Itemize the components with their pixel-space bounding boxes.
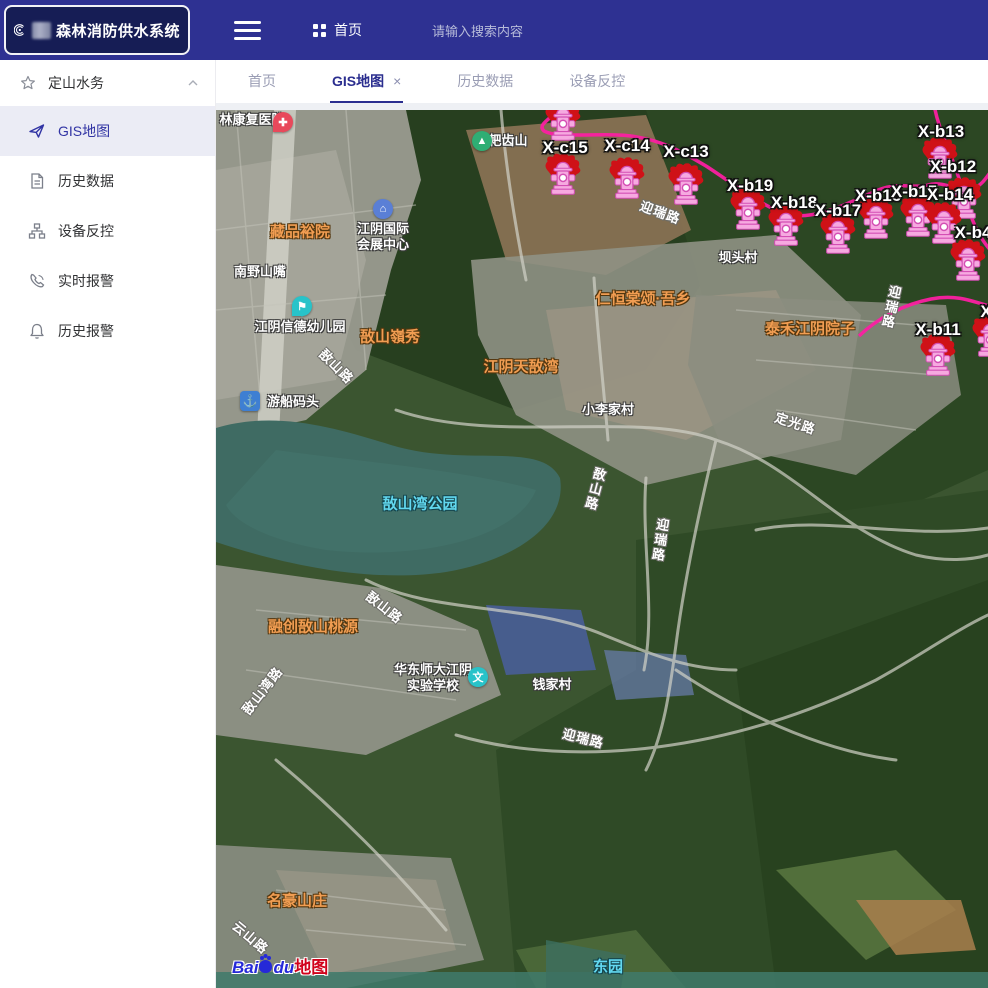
- hydrant-device-marker[interactable]: [948, 239, 988, 283]
- send-icon: [28, 122, 46, 140]
- kindergarten-icon[interactable]: ⚑: [292, 296, 312, 316]
- road-label: 敔山路: [362, 589, 405, 628]
- logo-spiral-icon: [14, 17, 27, 43]
- content-divider: [216, 103, 988, 110]
- residential-area-label: 江阴天敔湾: [483, 359, 558, 378]
- sidebar-item-label: 历史数据: [58, 171, 114, 191]
- hydrant-device-marker[interactable]: [818, 212, 858, 256]
- sidebar-group-label: 定山水务: [48, 73, 175, 93]
- road-label: 定光路: [773, 410, 818, 438]
- hydrant-device-marker[interactable]: [920, 137, 960, 181]
- poi-label: 游船码头: [267, 394, 319, 410]
- header-search-input[interactable]: 请输入搜索内容: [432, 21, 592, 40]
- residential-area-label: 泰禾江阴院子: [765, 321, 855, 340]
- device-label: X-c14: [604, 136, 649, 156]
- mountain-icon[interactable]: ▲: [472, 131, 492, 151]
- phone-icon: [28, 272, 46, 290]
- hydrant-device-marker[interactable]: [607, 157, 647, 201]
- poi-label: 华东师大江阴 实验学校: [394, 662, 472, 695]
- star-icon: [20, 75, 36, 91]
- app-title: 森林消防供水系统: [56, 20, 180, 41]
- sidebar-item-label: 实时报警: [58, 271, 114, 291]
- sitemap-icon: [28, 222, 46, 240]
- hydrant-device-marker[interactable]: [543, 110, 583, 143]
- sidebar: 定山水务 GIS地图 历史数据: [0, 60, 216, 988]
- close-tab-icon[interactable]: ×: [393, 74, 401, 88]
- residential-area-label: 融创敔山桃源: [268, 619, 358, 638]
- sidebar-item-history-alarm[interactable]: 历史报警: [0, 306, 215, 356]
- road-label: 敔山湾路: [239, 664, 286, 718]
- hydrant-device-marker[interactable]: [970, 315, 988, 359]
- road-label: 迎瑞路: [561, 726, 606, 752]
- menu-toggle-icon[interactable]: [234, 21, 261, 40]
- park-label: 东园: [593, 959, 623, 978]
- residential-area-label: 名豪山庄: [267, 893, 327, 912]
- road-label: 敔山路: [315, 346, 356, 387]
- poi-label: 耙齿山: [488, 133, 527, 149]
- hydrant-device-marker[interactable]: [856, 197, 896, 241]
- home-label: 首页: [334, 20, 362, 40]
- device-label: X-c13: [663, 142, 708, 162]
- bell-icon: [28, 322, 46, 340]
- hydrant-device-marker[interactable]: [543, 153, 583, 197]
- baidu-paw-icon: [259, 960, 272, 973]
- hydrant-device-marker[interactable]: [918, 334, 958, 378]
- park-label: 敔山湾公园: [382, 496, 457, 515]
- document-icon: [28, 172, 46, 190]
- residential-area-label: 仁恒棠颂·吾乡: [596, 291, 691, 310]
- nav-home-button[interactable]: 首页: [313, 20, 362, 40]
- sidebar-item-device-control[interactable]: 设备反控: [0, 206, 215, 256]
- hospital-icon[interactable]: ✚: [273, 112, 293, 132]
- sidebar-item-label: 历史报警: [58, 321, 114, 341]
- poi-label: 江阴国际 会展中心: [357, 221, 409, 254]
- tab-device-control[interactable]: 设备反控: [567, 60, 627, 103]
- wharf-icon[interactable]: ⚓: [240, 391, 260, 411]
- grid-icon: [313, 24, 326, 37]
- sidebar-item-gis-map[interactable]: GIS地图: [0, 106, 215, 156]
- top-header: 森林消防供水系统 首页 请输入搜索内容: [0, 0, 988, 60]
- baidu-maps-logo: Baidu地图: [232, 953, 328, 978]
- hydrant-device-marker[interactable]: [766, 204, 806, 248]
- tab-gis-map[interactable]: GIS地图 ×: [330, 60, 403, 103]
- residential-area-label: 敔山嶺秀: [360, 329, 420, 348]
- tab-history-data[interactable]: 历史数据: [455, 60, 515, 103]
- app-root: 森林消防供水系统 首页 请输入搜索内容 定山水务: [0, 0, 988, 988]
- sidebar-item-label: GIS地图: [58, 121, 110, 141]
- sidebar-group-dingshan[interactable]: 定山水务: [0, 60, 215, 106]
- hydrant-device-marker[interactable]: [728, 188, 768, 232]
- village-label: 南野山嘴: [234, 264, 286, 280]
- sidebar-item-label: 设备反控: [58, 221, 114, 241]
- main-content: 首页 GIS地图 × 历史数据 设备反控: [216, 60, 988, 988]
- sidebar-item-realtime-alarm[interactable]: 实时报警: [0, 256, 215, 306]
- tab-home[interactable]: 首页: [246, 60, 278, 103]
- hydrant-device-marker[interactable]: [666, 163, 706, 207]
- tab-bar: 首页 GIS地图 × 历史数据 设备反控: [216, 60, 988, 103]
- gis-map-canvas[interactable]: 迎瑞路敔山路定光路迎瑞路敔山路迎瑞路敔山路敔山湾路迎瑞路云山路敔山湾公园东园南野…: [216, 110, 988, 988]
- censored-logo-text: [32, 22, 51, 39]
- village-label: 小李家村: [582, 402, 634, 418]
- chevron-up-icon: [187, 77, 199, 89]
- road-label: 云山路: [229, 918, 272, 957]
- map-annotations: 迎瑞路敔山路定光路迎瑞路敔山路迎瑞路敔山路敔山湾路迎瑞路云山路敔山湾公园东园南野…: [216, 110, 988, 988]
- road-label: 迎瑞路: [648, 517, 670, 564]
- road-label: 迎瑞路: [877, 283, 902, 330]
- school-icon[interactable]: 文: [468, 667, 488, 687]
- app-logo: 森林消防供水系统: [4, 5, 190, 55]
- residential-area-label: 藏品裕院: [270, 224, 330, 243]
- village-label: 钱家村: [532, 677, 571, 693]
- village-label: 坝头村: [718, 250, 757, 266]
- road-label: 敔山路: [580, 465, 607, 513]
- sidebar-item-history-data[interactable]: 历史数据: [0, 156, 215, 206]
- poi-label: 江阴信德幼儿园: [254, 319, 345, 335]
- expo-center-icon[interactable]: ⌂: [373, 199, 393, 219]
